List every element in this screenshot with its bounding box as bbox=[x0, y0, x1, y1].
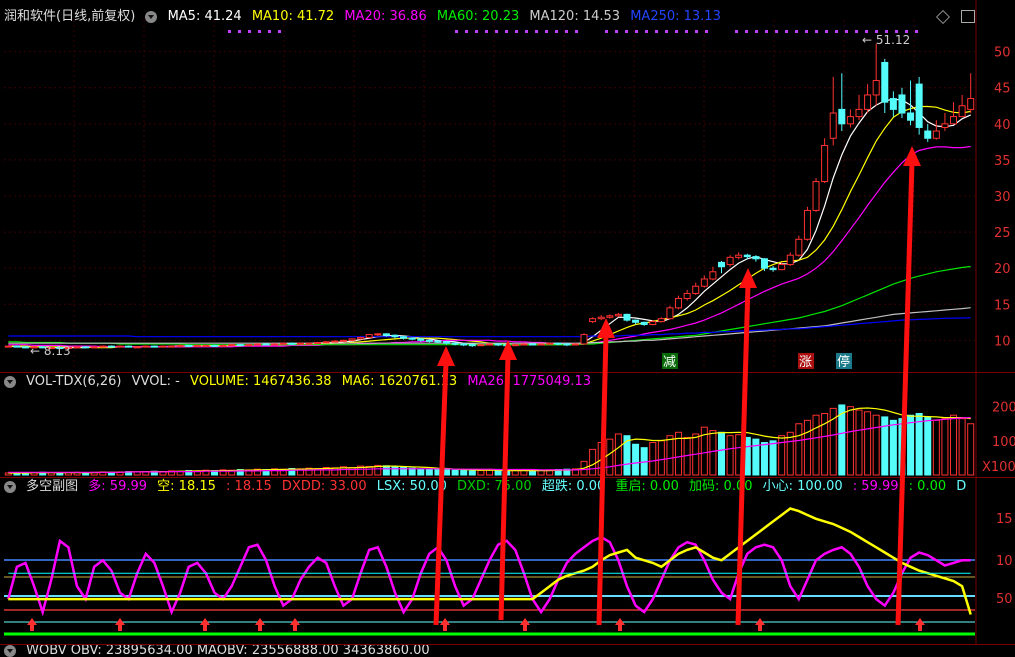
annotation-arrow-head bbox=[437, 346, 455, 366]
annotation-arrows bbox=[433, 146, 921, 626]
annotation-arrow-shaft bbox=[433, 361, 449, 626]
annotation-arrow-shaft bbox=[596, 333, 609, 626]
annotation-arrow-shaft bbox=[735, 283, 751, 626]
annotation-arrow-shaft bbox=[498, 355, 511, 621]
annotation-arrow-shaft bbox=[895, 161, 915, 626]
annotation-arrow-head bbox=[499, 340, 517, 360]
annotation-arrow-head bbox=[903, 146, 921, 166]
annotation-arrow-head bbox=[597, 318, 615, 338]
annotation-arrow-head bbox=[739, 268, 757, 288]
